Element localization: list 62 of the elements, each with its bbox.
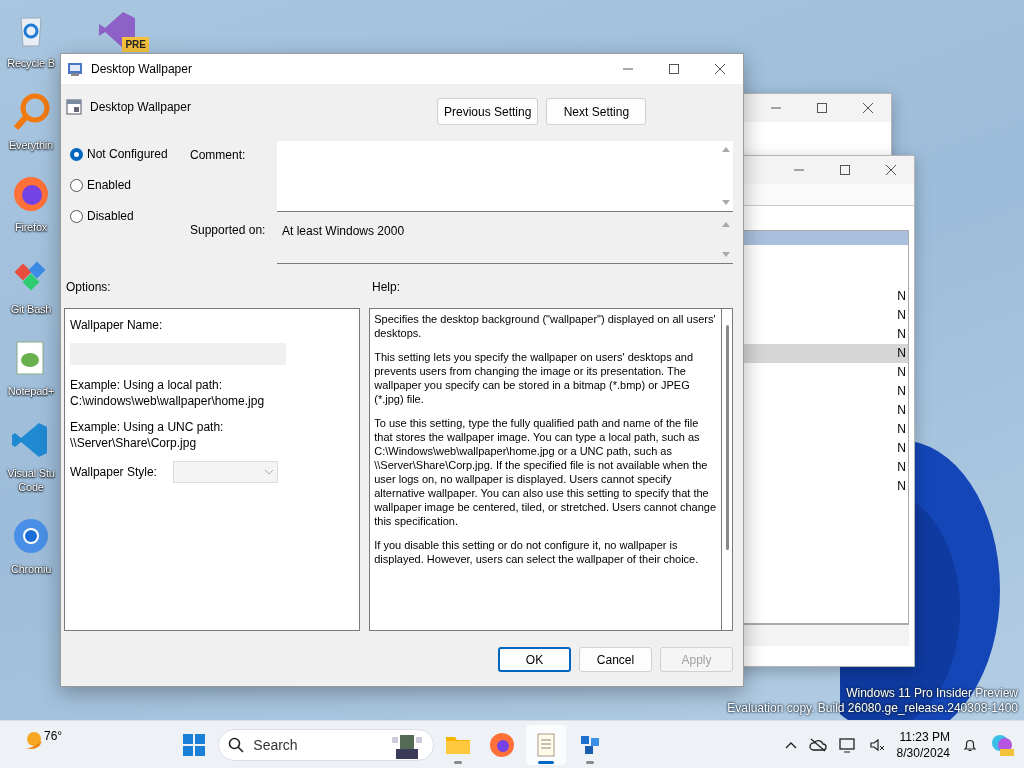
monitor-icon[interactable] (838, 736, 857, 753)
chevron-down-icon (264, 469, 273, 475)
icon-label: Notepad+ (7, 384, 55, 398)
policy-name: Desktop Wallpaper (90, 99, 191, 116)
icon-label: Git Bash (10, 302, 52, 316)
nav-button[interactable]: Next Setting (546, 98, 647, 125)
supported-value: At least Windows 2000 (281, 223, 406, 240)
clock[interactable]: 11:23 PM 8/30/2024 (896, 728, 950, 761)
field-label: Comment: (190, 147, 247, 164)
close-icon[interactable] (886, 165, 896, 175)
close-icon[interactable] (863, 103, 873, 113)
example-note: Example: Using a local path: C:\windows\web\wallpaper\home.jpg (70, 377, 266, 409)
icon-label: Firefox (14, 220, 48, 234)
close-icon[interactable] (715, 64, 725, 74)
window-title: Desktop Wallpaper (91, 61, 192, 78)
scroll-down-icon (722, 252, 730, 257)
radio-label: Disabled (87, 208, 134, 225)
section-label: Help: (372, 279, 400, 294)
chevron-up-icon[interactable] (784, 740, 797, 749)
icon-label: Recycle B (7, 56, 55, 70)
help-paragraph: If you disable this setting or do not configure it, no wallpaper is displayed. However, users can select the wallpaper of their choice. (374, 538, 700, 566)
radio-button[interactable] (70, 178, 83, 192)
search-icon (228, 736, 245, 753)
help-paragraph: This setting lets you specify the wallpaper on users' desktops and prevents users from changing the image or its presentation. The wallpaper you specify can be stored in a bitmap (*.bmp) or JPEG (*.jpg) file. (374, 350, 695, 406)
globe-fox-icon[interactable] (489, 731, 516, 758)
maximize-icon[interactable] (669, 64, 679, 74)
radio-button[interactable] (70, 147, 83, 161)
maximize-icon[interactable] (817, 103, 827, 113)
option-label: Wallpaper Style: (70, 464, 157, 481)
date-label: 8/30/2024 (896, 744, 950, 761)
section-label: Options: (66, 279, 112, 294)
scroll-down-icon (722, 200, 730, 205)
watermark-text: Windows 11 Pro Insider Preview (845, 686, 1018, 701)
colorful-swirl-icon[interactable] (990, 732, 1014, 757)
maximize-icon[interactable] (840, 165, 850, 175)
scrollbar-thumb[interactable] (726, 325, 730, 550)
field-label: Supported on: (190, 222, 267, 239)
icon-label: Everythin (8, 138, 54, 152)
search-field[interactable]: Search (218, 728, 435, 761)
globe-fox-icon[interactable] (11, 174, 51, 214)
scroll-up-icon (722, 222, 730, 227)
example-note: Example: Using a UNC path: \\Server\Share\Corp.jpg (70, 419, 225, 451)
option-label: Wallpaper Name: (70, 317, 164, 334)
speaker-muted-icon[interactable] (868, 736, 885, 753)
radio-label: Enabled (87, 177, 132, 194)
temperature-label: 76° (44, 728, 63, 745)
radio-button[interactable] (70, 209, 83, 223)
badge-label: PRE (122, 37, 149, 52)
icon-label: Code (18, 480, 44, 494)
windows-logo-icon[interactable] (183, 733, 206, 756)
dialog-button[interactable]: OK (498, 647, 571, 672)
scroll-up-icon (722, 147, 730, 152)
radio-label: Not Configured (87, 146, 168, 163)
dialog-button[interactable]: Cancel (579, 647, 652, 672)
browser-ring-icon[interactable] (11, 516, 51, 556)
time-label: 11:23 PM (898, 728, 950, 745)
icon-label: Chromiu (10, 562, 52, 576)
icon-label: Visual Stu (7, 466, 55, 480)
settings-page-icon (66, 99, 82, 115)
cloud-off-icon[interactable] (808, 737, 827, 752)
nav-button[interactable]: Previous Setting (437, 98, 539, 125)
policy-window-icon (67, 61, 83, 77)
